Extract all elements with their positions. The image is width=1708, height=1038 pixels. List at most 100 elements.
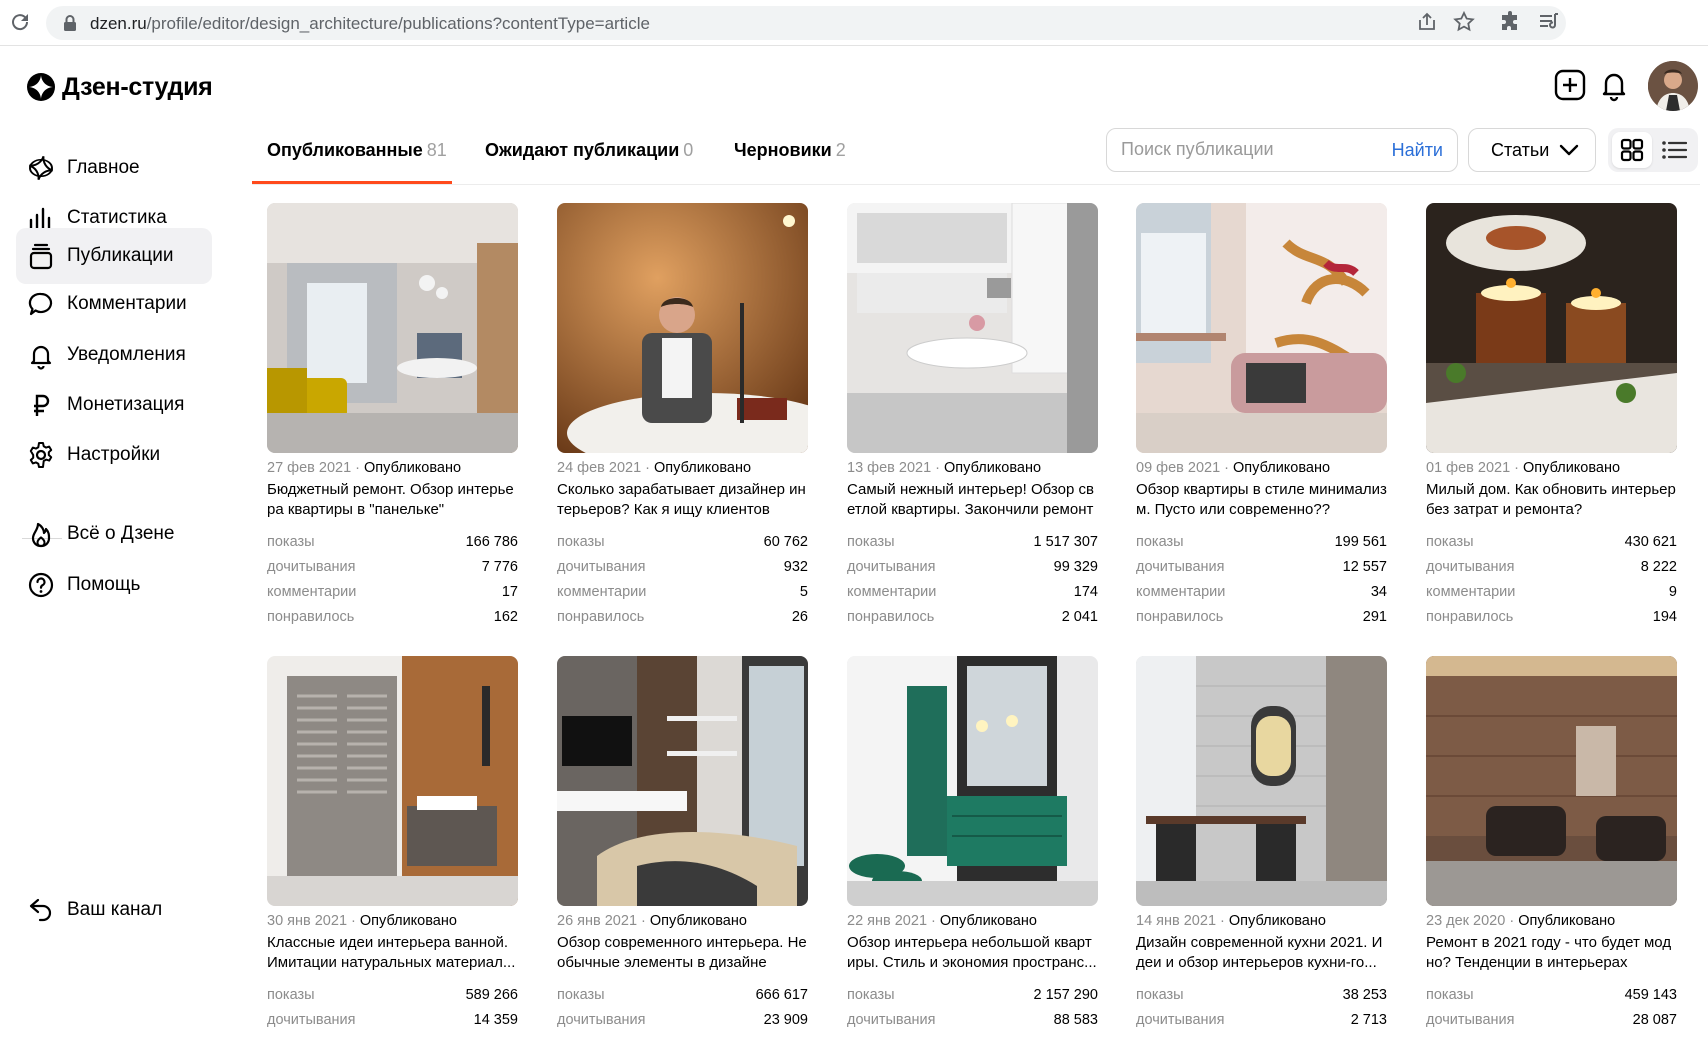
card-title[interactable]: Классные идеи интерьера ванной. Имитации… xyxy=(267,933,519,973)
card-status: Опубликовано xyxy=(1523,460,1621,476)
stat-label: комментарии xyxy=(557,584,647,600)
share-icon[interactable] xyxy=(1415,10,1439,34)
sidebar-item-about-dzen[interactable]: Всё о Дзене xyxy=(16,506,212,562)
help-icon xyxy=(28,572,54,598)
tab-count: 2 xyxy=(835,140,846,160)
tab-label: Опубликованные xyxy=(267,140,423,160)
tab-drafts[interactable]: Черновики 2 xyxy=(734,140,846,161)
card-stats: показы 2 157 290 дочитывания 88 583 xyxy=(847,983,1098,1033)
stat-label: показы xyxy=(1426,534,1474,550)
reload-icon[interactable] xyxy=(8,10,32,34)
card-title[interactable]: Бюджетный ремонт. Обзор интерьера кварти… xyxy=(267,480,519,520)
sidebar-item-help[interactable]: Помощь xyxy=(16,557,212,613)
card-date: 26 янв 2021 xyxy=(557,913,638,929)
dzen-logo-icon xyxy=(28,155,54,181)
card-stats: показы 589 266 дочитывания 14 359 xyxy=(267,983,518,1033)
card-thumbnail[interactable] xyxy=(1136,656,1387,906)
card-title[interactable]: Ремонт в 2021 году - что будет модно? Те… xyxy=(1426,933,1678,973)
stat-label: комментарии xyxy=(1426,584,1516,600)
card-thumbnail[interactable] xyxy=(557,656,808,906)
card-title[interactable]: Обзор интерьера небольшой квартиры. Стил… xyxy=(847,933,1099,973)
chevron-down-icon xyxy=(1559,144,1579,156)
sidebar-item-main[interactable]: Главное xyxy=(16,140,212,196)
sidebar-item-monetization[interactable]: Монетизация xyxy=(16,377,212,433)
card-thumbnail[interactable] xyxy=(847,203,1098,453)
card-thumbnail[interactable] xyxy=(847,656,1098,906)
card-thumbnail[interactable] xyxy=(1136,203,1387,453)
card-date: 13 фев 2021 xyxy=(847,460,932,476)
content-type-select[interactable]: Статьи xyxy=(1468,128,1596,172)
stat-reads: 23 909 xyxy=(763,1012,808,1028)
star-icon[interactable] xyxy=(1452,10,1476,34)
address-bar[interactable]: dzen.ru/profile/editor/design_architectu… xyxy=(46,6,1566,40)
sidebar-item-your-channel[interactable]: Ваш канал xyxy=(16,882,212,938)
sidebar-item-settings[interactable]: Настройки xyxy=(16,427,212,483)
stat-label: понравилось xyxy=(1136,609,1224,625)
card-meta: 13 фев 2021 · Опубликовано xyxy=(847,460,1042,476)
card-date: 14 янв 2021 xyxy=(1136,913,1217,929)
stat-reads: 7 776 xyxy=(481,559,518,575)
reading-list-icon[interactable] xyxy=(1537,10,1561,34)
card-thumbnail[interactable] xyxy=(267,656,518,906)
list-view-button[interactable] xyxy=(1654,132,1694,168)
stat-views: 2 157 290 xyxy=(1033,987,1098,1003)
card-title[interactable]: Милый дом. Как обновить интерьер без зат… xyxy=(1426,480,1678,520)
card-status: Опубликовано xyxy=(364,460,462,476)
card-meta: 30 янв 2021 · Опубликовано xyxy=(267,913,457,929)
card-thumbnail[interactable] xyxy=(1426,656,1677,906)
stat-label: комментарии xyxy=(847,584,937,600)
card-title[interactable]: Дизайн современной кухни 2021. Идеи и об… xyxy=(1136,933,1388,973)
notifications-bell-icon[interactable] xyxy=(1597,68,1631,102)
stat-label: показы xyxy=(847,534,895,550)
sidebar-item-comments[interactable]: Комментарии xyxy=(16,276,212,332)
grid-view-button[interactable] xyxy=(1612,132,1652,168)
sidebar-item-notifications[interactable]: Уведомления xyxy=(16,327,212,383)
stat-label: дочитывания xyxy=(557,559,646,575)
stat-label: показы xyxy=(267,987,315,1003)
stat-comments: 5 xyxy=(799,584,808,600)
card-title[interactable]: Самый нежный интерьер! Обзор светлой ква… xyxy=(847,480,1099,520)
card-thumbnail[interactable] xyxy=(267,203,518,453)
card-stats: показы 430 621 дочитывания 8 222 комментар… xyxy=(1426,530,1677,630)
card-status: Опубликовано xyxy=(1233,460,1331,476)
tab-pending[interactable]: Ожидают публикации 0 xyxy=(485,140,693,161)
app-logo[interactable]: Дзен-студия xyxy=(26,72,213,102)
card-date: 24 фев 2021 xyxy=(557,460,642,476)
stat-views: 38 253 xyxy=(1342,987,1387,1003)
sidebar-item-label: Уведомления xyxy=(67,344,186,365)
stat-label: показы xyxy=(557,534,605,550)
card-status: Опубликовано xyxy=(944,460,1042,476)
card-meta: 22 янв 2021 · Опубликовано xyxy=(847,913,1037,929)
card-title[interactable]: Обзор современного интерьера. Необычные … xyxy=(557,933,809,973)
card-thumbnail[interactable] xyxy=(557,203,808,453)
search-button[interactable]: Найти xyxy=(1392,140,1443,161)
sidebar-item-label: Помощь xyxy=(67,574,141,595)
browser-toolbar: dzen.ru/profile/editor/design_architectu… xyxy=(0,0,1708,46)
add-publication-icon[interactable] xyxy=(1553,68,1587,102)
stat-comments: 174 xyxy=(1073,584,1098,600)
card-thumbnail[interactable] xyxy=(1426,203,1677,453)
stat-likes: 291 xyxy=(1362,609,1387,625)
card-title[interactable]: Сколько зарабатывает дизайнер интерьеров… xyxy=(557,480,809,520)
card-meta: 26 янв 2021 · Опубликовано xyxy=(557,913,747,929)
stat-label: комментарии xyxy=(267,584,357,600)
user-avatar[interactable] xyxy=(1648,61,1698,111)
stat-views: 199 561 xyxy=(1334,534,1387,550)
card-date: 01 фев 2021 xyxy=(1426,460,1511,476)
extensions-icon[interactable] xyxy=(1498,10,1522,34)
search-input[interactable] xyxy=(1121,139,1381,160)
card-meta: 27 фев 2021 · Опубликовано xyxy=(267,460,462,476)
card-stats: показы 199 561 дочитывания 12 557 коммента… xyxy=(1136,530,1387,630)
card-stats: показы 38 253 дочитывания 2 713 xyxy=(1136,983,1387,1033)
stat-reads: 2 713 xyxy=(1350,1012,1387,1028)
stat-views: 1 517 307 xyxy=(1033,534,1098,550)
search-box: Найти xyxy=(1106,128,1458,172)
stat-reads: 28 087 xyxy=(1632,1012,1677,1028)
gear-icon xyxy=(29,442,53,468)
card-title[interactable]: Обзор квартиры в стиле минимализм. Пусто… xyxy=(1136,480,1388,520)
tab-published[interactable]: Опубликованные 81 xyxy=(267,140,447,161)
stat-label: понравилось xyxy=(847,609,935,625)
stat-reads: 932 xyxy=(783,559,808,575)
lock-icon[interactable] xyxy=(62,14,78,32)
stat-label: дочитывания xyxy=(1426,1012,1515,1028)
